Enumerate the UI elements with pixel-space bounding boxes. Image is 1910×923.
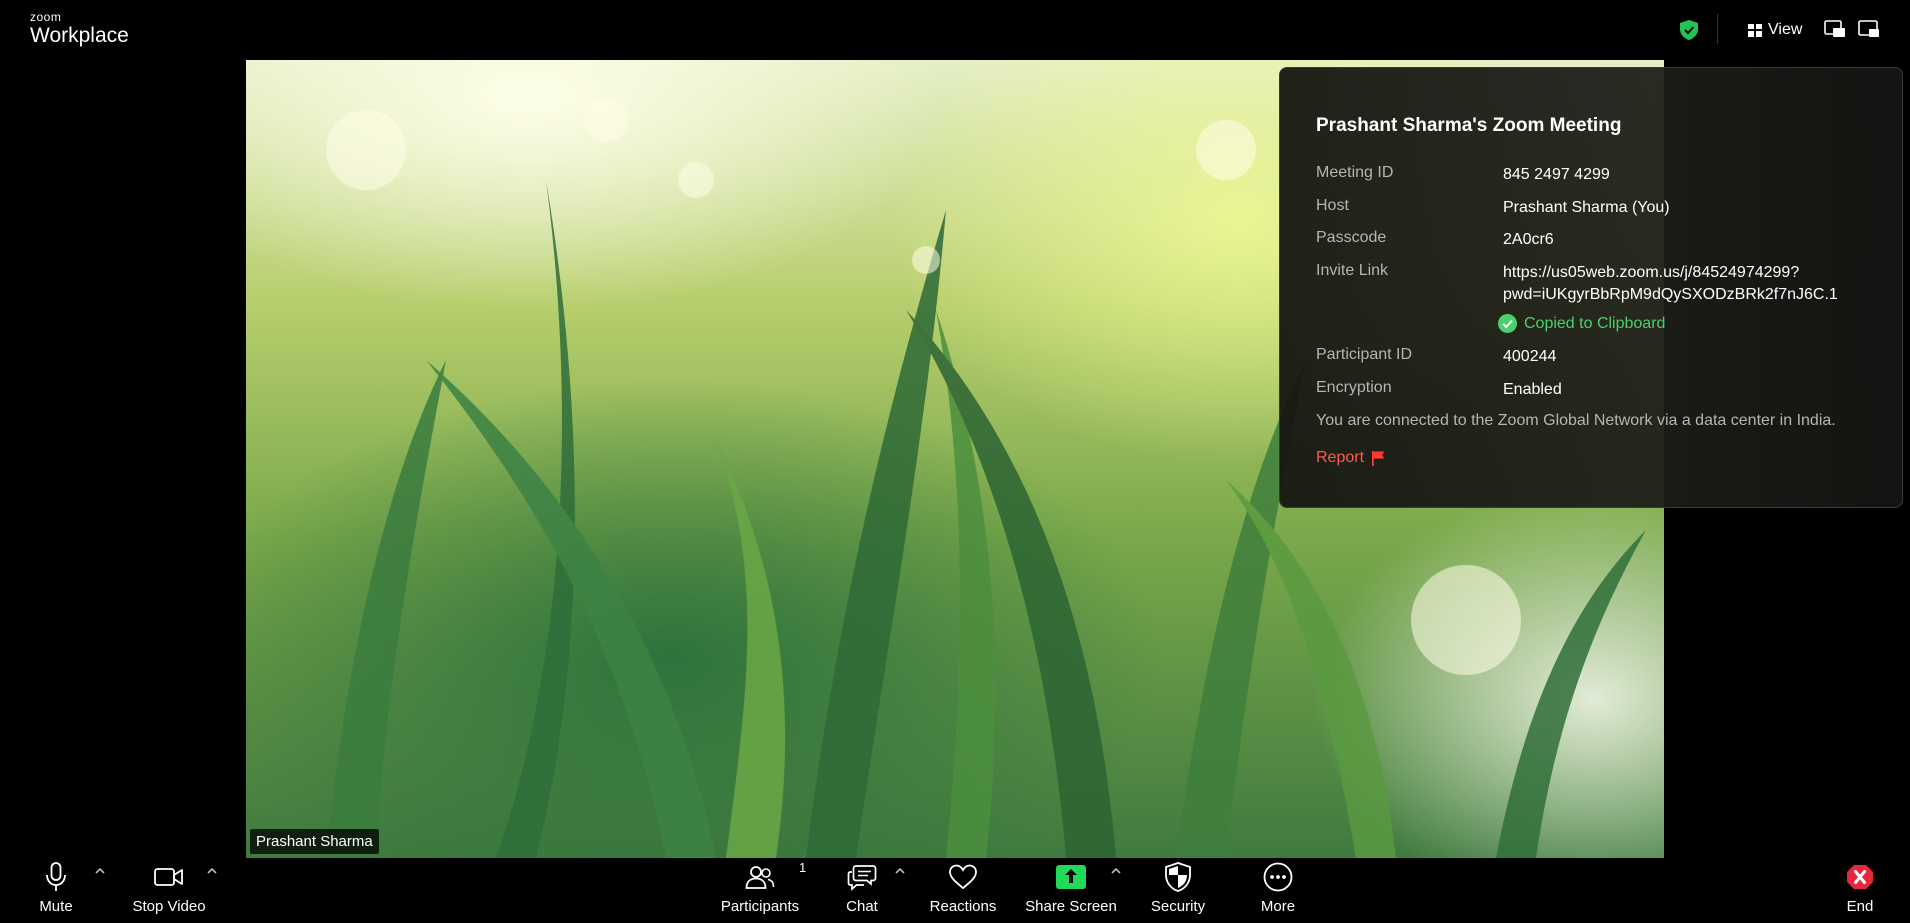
passcode-label: Passcode (1316, 229, 1387, 246)
mute-button[interactable]: Mute (36, 862, 76, 915)
copied-to-clipboard-status: Copied to Clipboard (1498, 314, 1665, 333)
top-bar: zoom Workplace View (0, 0, 1910, 60)
meeting-title: Prashant Sharma's Zoom Meeting (1316, 115, 1622, 136)
brand-line2: Workplace (30, 24, 129, 47)
chat-label: Chat (846, 898, 878, 915)
share-screen-label: Share Screen (1025, 898, 1117, 915)
participant-id-value: 400244 (1503, 348, 1557, 365)
end-label: End (1846, 898, 1874, 915)
invite-link-line2[interactable]: pwd=iUKgyrBbRpM9dQySXODzBRk2f7nJ6C.1 (1503, 284, 1838, 306)
audio-options-chevron-up-icon[interactable] (93, 866, 107, 876)
participant-name-tag: Prashant Sharma (250, 829, 379, 854)
security-label: Security (1150, 898, 1206, 915)
report-label: Report (1316, 449, 1365, 466)
end-meeting-button[interactable]: End (1845, 862, 1875, 915)
meeting-id-value: 845 2497 4299 (1503, 166, 1610, 183)
host-value: Prashant Sharma (You) (1503, 199, 1670, 216)
reactions-label: Reactions (929, 898, 997, 915)
topbar-divider (1717, 14, 1718, 44)
encryption-label: Encryption (1316, 379, 1392, 396)
encryption-value: Enabled (1503, 381, 1562, 398)
heart-icon (949, 864, 977, 890)
chat-options-chevron-up-icon[interactable] (893, 866, 907, 876)
more-label: More (1260, 898, 1296, 915)
stop-video-label: Stop Video (132, 898, 206, 915)
invite-link-label: Invite Link (1316, 262, 1389, 279)
zoom-workplace-logo: zoom Workplace (30, 11, 129, 46)
brand-line1: zoom (30, 10, 62, 24)
copied-text: Copied to Clipboard (1524, 314, 1666, 332)
encryption-shield-icon[interactable] (1680, 20, 1698, 40)
more-options-icon (1263, 862, 1293, 892)
participants-icon (745, 866, 775, 889)
invite-link-line1[interactable]: https://us05web.zoom.us/j/84524974299? (1503, 262, 1799, 284)
share-screen-button[interactable]: Share Screen (1025, 862, 1117, 915)
stop-video-button[interactable]: Stop Video (128, 862, 210, 915)
meeting-info-panel: Prashant Sharma's Zoom Meeting Meeting I… (1279, 67, 1903, 508)
security-shield-icon (1165, 862, 1191, 892)
participant-count-badge: 1 (799, 860, 807, 875)
grid-view-icon (1748, 23, 1762, 37)
red-flag-icon (1372, 450, 1385, 466)
microphone-icon (46, 862, 66, 891)
security-button[interactable]: Security (1148, 862, 1208, 915)
chat-bubbles-icon (847, 865, 877, 891)
passcode-value: 2A0cr6 (1503, 231, 1554, 248)
view-button[interactable]: View (1748, 20, 1802, 40)
meeting-id-label: Meeting ID (1316, 164, 1394, 181)
reactions-button[interactable]: Reactions (928, 862, 998, 915)
network-note: You are connected to the Zoom Global Net… (1316, 412, 1836, 429)
mute-label: Mute (39, 898, 73, 915)
participants-button[interactable]: 1 Participants (720, 860, 806, 915)
check-circle-icon (1498, 314, 1517, 333)
video-options-chevron-up-icon[interactable] (205, 866, 219, 876)
chat-button[interactable]: Chat (840, 862, 884, 915)
share-options-chevron-up-icon[interactable] (1109, 866, 1123, 876)
participants-label: Participants (720, 898, 800, 915)
more-button[interactable]: More (1258, 862, 1298, 915)
end-meeting-x-icon (1847, 865, 1873, 889)
video-camera-icon (154, 868, 183, 886)
host-label: Host (1316, 197, 1349, 214)
picture-in-picture-icon[interactable] (1824, 20, 1846, 38)
participant-id-label: Participant ID (1316, 346, 1413, 363)
meeting-controls-toolbar: Mute Stop Video 1 Participants Chat Reac… (0, 858, 1910, 923)
share-screen-arrow-icon (1056, 865, 1086, 889)
view-label: View (1768, 21, 1803, 38)
report-link[interactable]: Report (1316, 449, 1385, 467)
fullscreen-window-icon[interactable] (1858, 20, 1880, 38)
